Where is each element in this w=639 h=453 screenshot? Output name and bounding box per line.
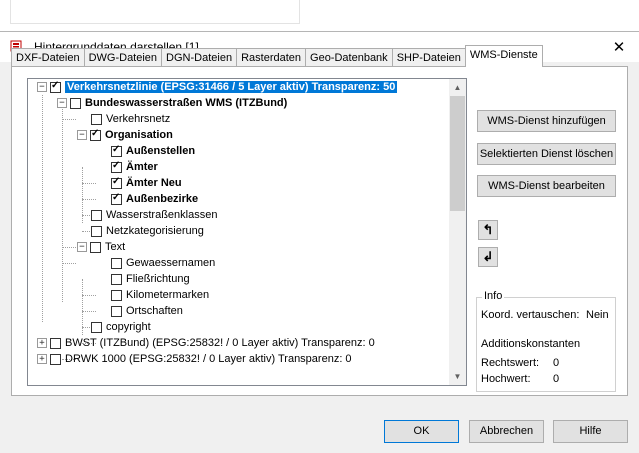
close-button[interactable]: ✕	[599, 32, 639, 62]
tree-node-aemter[interactable]: Ämter	[111, 159, 158, 175]
tree-node-label: Fließrichtung	[126, 273, 190, 285]
tree-node-organisation[interactable]: − Organisation	[77, 127, 173, 143]
tree-node-text[interactable]: − Text	[77, 239, 125, 255]
collapse-toggle[interactable]: −	[77, 242, 87, 252]
tree-node-label: Verkehrsnetzlinie (EPSG:31466 / 5 Layer …	[65, 81, 398, 93]
cancel-button[interactable]: Abbrechen	[469, 420, 544, 443]
tree-node-label: Ämter Neu	[126, 177, 182, 189]
move-up-button[interactable]: ↰	[478, 220, 498, 240]
tree-node-label: Organisation	[105, 129, 173, 141]
edit-wms-service-button[interactable]: WMS-Dienst bearbeiten	[477, 175, 616, 197]
swap-coords-value: Nein	[586, 309, 609, 321]
tree-node-label: Wasserstraßenklassen	[106, 209, 218, 221]
delete-selected-service-button[interactable]: Selektierten Dienst löschen	[477, 143, 616, 165]
tree-node-aussenbezirke[interactable]: Außenbezirke	[111, 191, 198, 207]
collapse-toggle[interactable]: −	[37, 82, 47, 92]
tab-raster[interactable]: Rasterdaten	[236, 48, 307, 67]
tree-node-aussenstellen[interactable]: Außenstellen	[111, 143, 195, 159]
layer-checkbox[interactable]	[90, 128, 101, 141]
help-button[interactable]: Hilfe	[553, 420, 628, 443]
tree-node-label: Bundeswasserstraßen WMS (ITZBund)	[85, 97, 288, 109]
ok-button[interactable]: OK	[384, 420, 459, 443]
tab-dxf[interactable]: DXF-Dateien	[11, 48, 85, 67]
expand-toggle[interactable]: +	[37, 354, 47, 364]
expand-toggle[interactable]: +	[37, 338, 47, 348]
tab-wms[interactable]: WMS-Dienste	[464, 45, 543, 67]
layer-checkbox[interactable]	[91, 321, 102, 333]
scroll-thumb[interactable]	[450, 96, 465, 211]
layer-checkbox[interactable]	[111, 160, 122, 173]
hochwert-label: Hochwert:	[481, 373, 531, 385]
layer-checkbox[interactable]	[111, 176, 122, 189]
close-icon: ✕	[612, 39, 626, 56]
rechtswert-value: 0	[553, 357, 560, 369]
tree-node-label: Text	[105, 241, 126, 253]
scroll-down-arrow-icon[interactable]: ▼	[449, 368, 466, 385]
scroll-up-arrow-icon[interactable]: ▲	[449, 79, 466, 96]
tree-node-verkehrsnetz[interactable]: Verkehrsnetz	[91, 111, 170, 127]
wms-layer-tree[interactable]: − Verkehrsnetzlinie (EPSG:31466 / 5 Laye…	[27, 78, 467, 386]
tree-node-label: Netzkategorisierung	[106, 225, 204, 237]
tree-node-kilometermarken[interactable]: Kilometermarken	[111, 287, 209, 303]
tree-node-netzkategorisierung[interactable]: Netzkategorisierung	[91, 223, 204, 239]
layer-checkbox[interactable]	[111, 192, 122, 205]
tab-geo-db[interactable]: Geo-Datenbank	[305, 48, 393, 67]
tree-node-label: Ämter	[126, 161, 158, 173]
layer-checkbox[interactable]	[111, 273, 122, 285]
tree-node-label: Kilometermarken	[126, 289, 210, 301]
tree-node-aemter-neu[interactable]: Ämter Neu	[111, 175, 182, 191]
tree-node-fliessrichtung[interactable]: Fließrichtung	[111, 271, 190, 287]
layer-checkbox[interactable]	[91, 113, 102, 125]
tree-node-label: Außenbezirke	[126, 193, 199, 205]
layer-checkbox[interactable]	[91, 225, 102, 237]
tree-node-wasserstrassenklassen[interactable]: Wasserstraßenklassen	[91, 207, 217, 223]
layer-checkbox[interactable]	[70, 97, 81, 109]
tree-vertical-scrollbar[interactable]: ▲ ▼	[449, 79, 466, 385]
tree-node-bundeswasserstrassen[interactable]: − Bundeswasserstraßen WMS (ITZBund)	[57, 95, 287, 111]
background-text-field	[10, 0, 300, 24]
tree-node-service-verkehrsnetzlinie[interactable]: − Verkehrsnetzlinie (EPSG:31466 / 5 Laye…	[37, 79, 398, 95]
tree-node-service-bwst[interactable]: + BWST (ITZBund) (EPSG:25832! / 0 Layer …	[37, 335, 375, 351]
layer-checkbox[interactable]	[111, 257, 122, 269]
tree-node-service-drwk[interactable]: + DRWK 1000 (EPSG:25832! / 0 Layer aktiv…	[37, 351, 352, 367]
info-legend: Info	[482, 290, 505, 302]
layer-checkbox[interactable]	[50, 337, 61, 349]
layer-checkbox[interactable]	[90, 241, 101, 253]
layer-checkbox[interactable]	[111, 144, 122, 157]
tree-node-label: Gewaessernamen	[126, 257, 216, 269]
tree-node-label: BWST (ITZBund) (EPSG:25832! / 0 Layer ak…	[65, 337, 375, 349]
move-down-button[interactable]: ↲	[478, 247, 498, 267]
layer-checkbox[interactable]	[111, 289, 122, 301]
tab-dwg[interactable]: DWG-Dateien	[83, 48, 163, 67]
collapse-toggle[interactable]: −	[77, 130, 87, 140]
tab-shp[interactable]: SHP-Dateien	[391, 48, 466, 67]
tree-node-label: Verkehrsnetz	[106, 113, 171, 125]
move-down-arrow-icon: ↲	[482, 249, 494, 264]
layer-checkbox[interactable]	[50, 353, 61, 365]
tree-node-ortschaften[interactable]: Ortschaften	[111, 303, 183, 319]
tree-node-label: copyright	[106, 321, 151, 333]
tree-node-gewaessernamen[interactable]: Gewaessernamen	[111, 255, 215, 271]
collapse-toggle[interactable]: −	[57, 98, 67, 108]
layer-checkbox[interactable]	[111, 305, 122, 317]
hochwert-value: 0	[553, 373, 560, 385]
tree-node-label: DRWK 1000 (EPSG:25832! / 0 Layer aktiv) …	[65, 353, 352, 365]
add-wms-service-button[interactable]: WMS-Dienst hinzufügen	[477, 110, 616, 132]
tree-node-label: Außenstellen	[126, 145, 196, 157]
tree-node-copyright[interactable]: copyright	[91, 319, 151, 335]
additions-label: Additionskonstanten	[481, 338, 581, 350]
tree-node-label: Ortschaften	[126, 305, 183, 317]
layer-checkbox[interactable]	[50, 80, 61, 93]
rechtswert-label: Rechtswert:	[481, 357, 540, 369]
tab-dgn[interactable]: DGN-Dateien	[161, 48, 238, 67]
layer-checkbox[interactable]	[91, 209, 102, 221]
move-up-arrow-icon: ↰	[482, 222, 494, 237]
swap-coords-label: Koord. vertauschen:	[481, 309, 580, 321]
tab-strip: DXF-Dateien DWG-Dateien DGN-Dateien Rast…	[11, 45, 543, 67]
